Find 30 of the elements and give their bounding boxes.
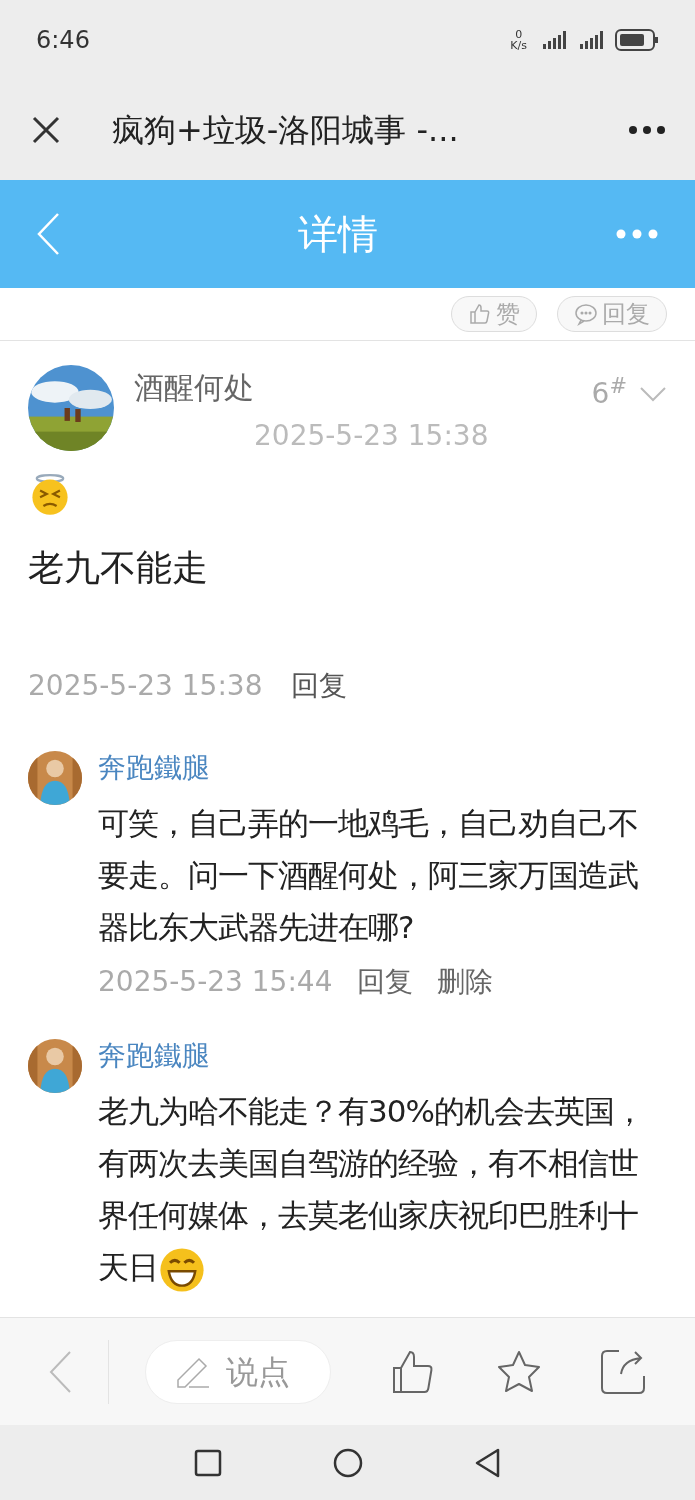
- reply-button[interactable]: 回复: [557, 296, 667, 332]
- delete-link[interactable]: 删除: [436, 961, 493, 1003]
- thumbs-up-icon: [468, 302, 492, 326]
- reply-link[interactable]: 回复: [290, 665, 347, 707]
- recent-apps-icon[interactable]: [193, 1448, 222, 1477]
- more-icon[interactable]: [627, 124, 667, 136]
- reply-text: 可笑，自己弄的一地鸡毛，自己劝自己不要走。问一下酒醒何处，阿三家万国造武器比东大武器先进在哪?: [98, 804, 639, 947]
- floor-number: 6$^{#}$: [591, 373, 627, 412]
- page-title: 疯狗+垃圾-洛阳城事 -...: [112, 110, 460, 151]
- reply-text: 老九为哈不能走？有30%的机会去英国，有两次去美国自驾游的经验，有不相信世界任何媒体，去莫老仙家庆祝印巴胜利十天日: [98, 1085, 667, 1294]
- post-time: 2025-5-23 15:38: [254, 418, 490, 454]
- speech-bubble-icon: [574, 302, 598, 326]
- post-footer-time: 2025-5-23 15:38: [28, 668, 263, 704]
- back-triangle-icon[interactable]: [473, 1446, 502, 1479]
- clock-time: 6:46: [36, 25, 90, 56]
- grinning-emoji-icon: [158, 1245, 206, 1294]
- reply-link[interactable]: 回复: [356, 961, 413, 1003]
- header-title: 详情: [297, 210, 378, 259]
- battery-icon: [615, 28, 659, 52]
- post-text: 老九不能走: [28, 546, 209, 590]
- net-speed-value: 0: [515, 29, 523, 40]
- net-speed-unit: K/s: [510, 40, 527, 51]
- reply-author[interactable]: 奔跑鐵腿: [98, 1035, 667, 1077]
- home-icon[interactable]: [331, 1446, 364, 1479]
- comment-field[interactable]: 说点: [145, 1339, 331, 1404]
- like-button[interactable]: 赞: [451, 296, 537, 332]
- reply-time: 2025-5-23 15:44: [98, 964, 333, 1000]
- share-icon[interactable]: [599, 1347, 647, 1396]
- reply-author[interactable]: 奔跑鐵腿: [98, 747, 667, 789]
- author-name: 酒醒何处: [134, 369, 254, 407]
